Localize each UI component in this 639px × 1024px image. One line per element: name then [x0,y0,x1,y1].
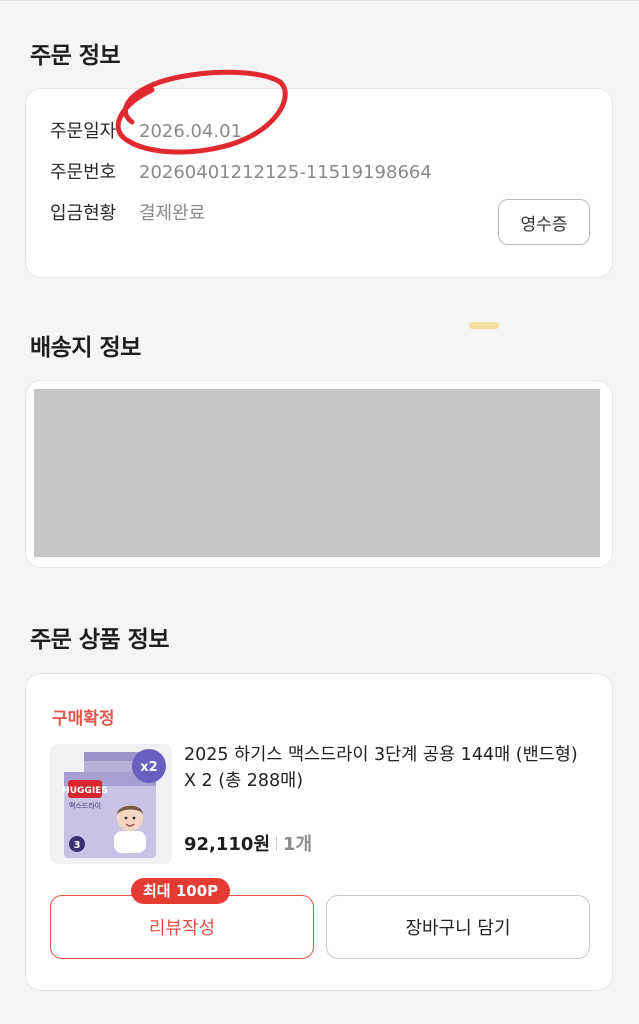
quantity-badge: x2 [140,760,157,775]
order-number-label: 주문번호 [50,162,117,183]
highlight-mark [469,322,499,329]
review-points-badge: 최대 100P [131,878,231,904]
order-product-card: 구매확정 HUGGIES 맥스드라이 3 x2 2025 하기스 맥스드라이 3… [25,673,613,991]
price-divider [276,836,278,851]
diaper-package-image: HUGGIES 맥스드라이 3 x2 [50,744,172,864]
write-review-button[interactable]: 리뷰작성 [50,895,314,959]
purchase-confirmed-status: 구매확정 [52,709,115,729]
product-thumbnail[interactable]: HUGGIES 맥스드라이 3 x2 [50,744,172,864]
order-number-row: 주문번호 20260401212125-11519198664 [50,160,432,186]
payment-status-label: 입금현황 [50,203,117,224]
payment-status-value: 결제완료 [139,203,206,224]
step-number: 3 [74,840,81,851]
product-price: 92,110원 [184,834,271,855]
add-to-cart-button[interactable]: 장바구니 담기 [326,895,590,959]
product-quantity: 1개 [283,834,313,855]
product-name[interactable]: 2025 하기스 맥스드라이 3단계 공용 144매 (밴드형) X 2 (총 … [184,742,589,794]
top-divider [0,0,639,1]
order-date-value: 2026.04.01 [139,121,243,142]
payment-status-row: 입금현황 결제완료 [50,201,205,227]
order-info-title: 주문 정보 [30,43,121,69]
order-date-label: 주문일자 [50,121,117,142]
brand-text: HUGGIES [62,786,108,796]
shipping-info-title: 배송지 정보 [30,335,141,361]
shipping-info-card [25,380,613,568]
receipt-button[interactable]: 영수증 [498,199,590,245]
order-products-title: 주문 상품 정보 [30,627,169,653]
order-info-card: 주문일자 2026.04.01 주문번호 20260401212125-115191… [25,88,613,278]
redacted-address-block [34,389,600,557]
order-number-value: 20260401212125-11519198664 [139,162,432,183]
price-line: 92,110원 1개 [184,832,312,858]
product-line-text: 맥스드라이 [69,801,101,810]
order-date-row: 주문일자 2026.04.01 [50,119,242,145]
